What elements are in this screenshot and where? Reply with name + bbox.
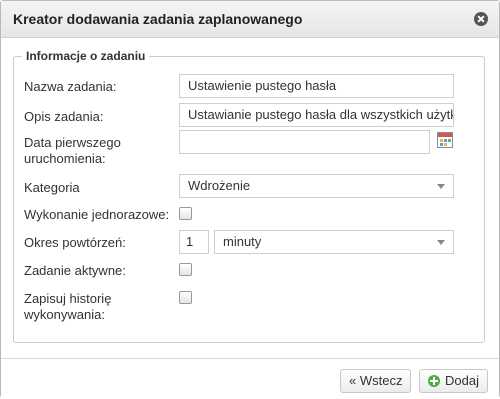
save-history-label: Zapisuj historię wykonywania: [24,291,111,323]
chevron-down-icon [437,240,445,245]
save-history-label-line2: wykonywania: [24,307,105,322]
back-button[interactable]: « Wstecz [340,369,412,393]
close-icon[interactable] [474,12,488,26]
add-icon [428,375,440,387]
one-time-checkbox[interactable] [179,207,192,220]
dialog-footer: « Wstecz Dodaj [1,358,499,399]
first-run-label-line1: Data pierwszego [24,135,121,150]
first-run-label-line2: uruchomienia: [24,151,106,166]
repeat-count-input[interactable]: 1 [179,230,209,254]
scheduled-task-wizard-dialog: Kreator dodawania zadania zaplanowanego … [0,0,500,399]
first-run-date-input[interactable] [179,130,430,154]
first-run-label: Data pierwszego uruchomienia: [24,135,121,167]
task-active-checkbox[interactable] [179,263,192,276]
save-history-label-line1: Zapisuj historię [24,291,112,306]
category-select[interactable]: Wdrożenie [179,174,454,198]
repeat-period-label: Okres powtórzeń: [24,235,126,250]
add-button-label: Dodaj [445,373,479,388]
one-time-label: Wykonanie jednorazowe: [24,207,170,222]
task-active-label: Zadanie aktywne: [24,263,126,278]
task-description-label: Opis zadania: [24,109,104,124]
dialog-title: Kreator dodawania zadania zaplanowanego [13,11,303,27]
repeat-unit-selected-value: minuty [223,234,262,249]
add-button[interactable]: Dodaj [419,369,488,393]
task-description-input[interactable]: Ustawianie pustego hasła dla wszystkich … [179,103,454,127]
dialog-titlebar: Kreator dodawania zadania zaplanowanego [1,1,499,38]
category-label: Kategoria [24,180,80,195]
task-name-label: Nazwa zadania: [24,79,117,94]
repeat-unit-select[interactable]: minuty [214,230,454,254]
save-history-checkbox[interactable] [179,291,192,304]
chevron-down-icon [437,184,445,189]
task-name-input[interactable]: Ustawienie pustego hasła [179,74,454,98]
calendar-icon[interactable] [437,132,453,148]
task-info-legend: Informacje o zadaniu [26,49,146,63]
category-selected-value: Wdrożenie [188,178,251,193]
